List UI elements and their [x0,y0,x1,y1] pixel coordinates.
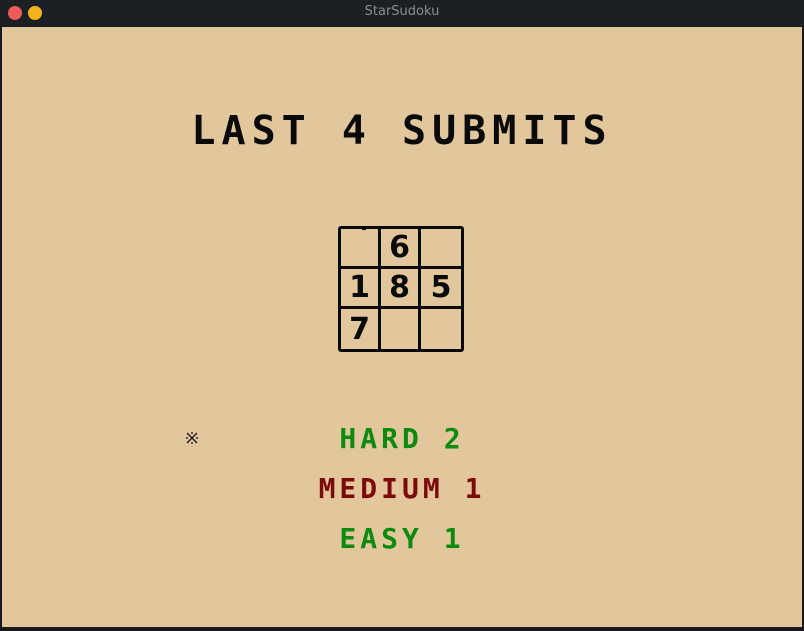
window-title: StarSudoku [364,4,440,19]
grid-cell [341,229,381,269]
grid-cell: 6 [381,229,421,269]
grid-cell: 7 [341,309,381,349]
result-medium: MEDIUM 1 [318,472,486,505]
app-window: StarSudoku LAST 4 SUBMITS 6 1 8 5 7 HARD… [0,0,804,631]
grid-cell [421,229,461,269]
grid-cell [421,309,461,349]
grid-cell: 1 [341,269,381,309]
grid-cell: 5 [421,269,461,309]
grid-cell [381,309,421,349]
result-easy: EASY 1 [339,522,465,555]
grid-marker-dot [362,226,366,230]
sudoku-mini-grid: 6 1 8 5 7 [338,226,464,352]
result-hard: HARD 2 [339,422,465,455]
title-bar: StarSudoku [0,0,804,26]
page-title: LAST 4 SUBMITS [191,108,613,154]
game-screen: LAST 4 SUBMITS 6 1 8 5 7 HARD 2 MEDIUM 1… [2,27,802,627]
grid-cell: 8 [381,269,421,309]
